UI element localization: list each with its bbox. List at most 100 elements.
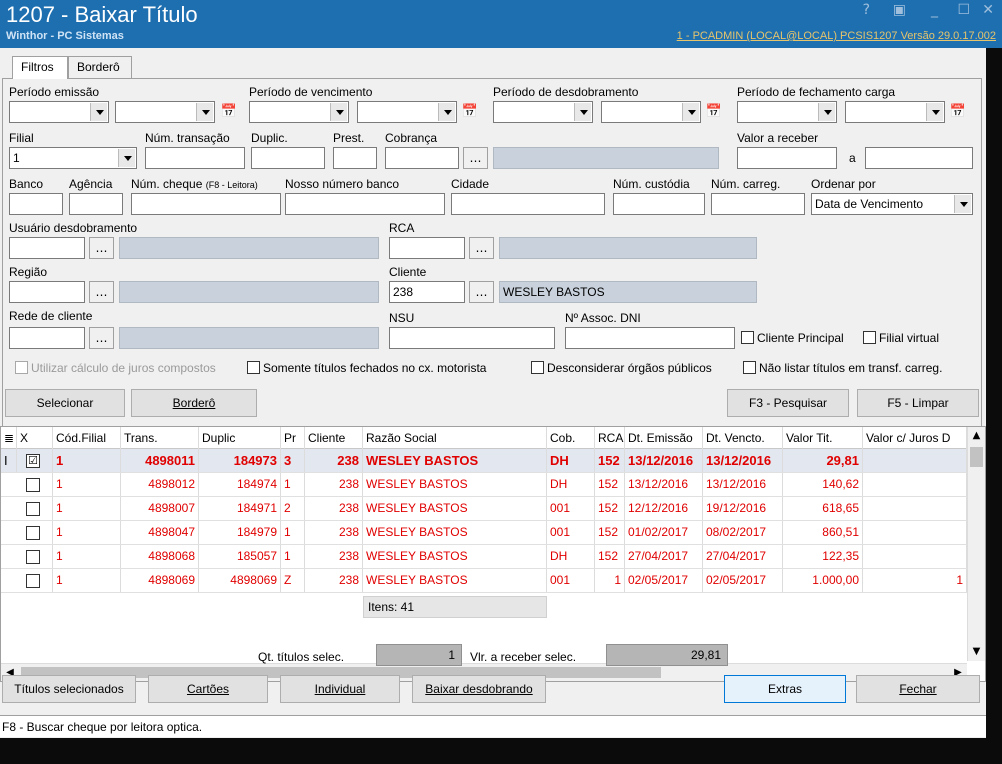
prest-input[interactable] [333, 147, 377, 169]
emissao-end-date[interactable] [115, 101, 215, 123]
col-cob[interactable]: Cob. [547, 427, 595, 449]
rede-lookup-button[interactable]: … [89, 327, 114, 349]
rca-input[interactable] [389, 237, 465, 259]
cartoes-button[interactable]: Cartões [148, 675, 268, 703]
column-menu-icon[interactable]: ≣ [1, 427, 17, 449]
table-row[interactable]: 1 4898007 184971 2 238 WESLEY BASTOS 001… [1, 497, 967, 521]
table-row[interactable]: 1 4898012 184974 1 238 WESLEY BASTOS DH … [1, 473, 967, 497]
table-row[interactable]: I ☑ 1 4898011 184973 3 238 WESLEY BASTOS… [1, 449, 967, 473]
tab-filtros[interactable]: Filtros [12, 56, 68, 79]
cliente-input[interactable]: 238 [389, 281, 465, 303]
row-checkbox[interactable] [26, 502, 40, 516]
chevron-down-icon[interactable] [926, 103, 943, 121]
row-checkbox[interactable] [26, 550, 40, 564]
chevron-down-icon[interactable] [954, 195, 971, 213]
desdobramento-start-date[interactable] [493, 101, 593, 123]
calendar-icon[interactable]: 📅 [220, 102, 238, 122]
usuario-desdobramento-input[interactable] [9, 237, 85, 259]
nao-listar-checkbox[interactable]: Não listar títulos em transf. carreg. [743, 361, 942, 375]
tab-bordero[interactable]: Borderô [68, 56, 132, 78]
col-pr[interactable]: Pr [281, 427, 305, 449]
chevron-down-icon[interactable] [438, 103, 455, 121]
regiao-lookup-button[interactable]: … [89, 281, 114, 303]
vencimento-end-date[interactable] [357, 101, 457, 123]
duplic-input[interactable] [251, 147, 325, 169]
titulos-selecionados-button[interactable]: Títulos selecionados [2, 675, 136, 703]
chevron-down-icon[interactable] [682, 103, 699, 121]
col-x[interactable]: X [17, 427, 53, 449]
chevron-down-icon[interactable] [118, 149, 135, 167]
col-cliente[interactable]: Cliente [305, 427, 363, 449]
rede-cliente-input[interactable] [9, 327, 85, 349]
cliente-lookup-button[interactable]: … [469, 281, 494, 303]
cobranca-lookup-button[interactable]: … [463, 147, 488, 169]
col-filial[interactable]: Cód.Filial [53, 427, 121, 449]
row-checkbox[interactable] [26, 526, 40, 540]
chevron-down-icon[interactable] [574, 103, 591, 121]
col-duplic[interactable]: Duplic [199, 427, 281, 449]
scroll-up-icon[interactable]: ▲ [968, 427, 985, 445]
fechamento-start-date[interactable] [737, 101, 837, 123]
cidade-input[interactable] [451, 193, 605, 215]
maximize-icon[interactable]: ☐ [957, 2, 970, 18]
close-icon[interactable]: ✕ [982, 2, 994, 18]
scroll-down-icon[interactable]: ▼ [968, 643, 985, 661]
row-checkbox[interactable] [26, 574, 40, 588]
ordenar-por-select[interactable]: Data de Vencimento [811, 193, 973, 215]
nsu-input[interactable] [389, 327, 555, 349]
table-row[interactable]: 1 4898047 184979 1 238 WESLEY BASTOS 001… [1, 521, 967, 545]
regiao-input[interactable] [9, 281, 85, 303]
individual-button[interactable]: Individual [280, 675, 400, 703]
num-carreg-input[interactable] [711, 193, 805, 215]
filial-virtual-checkbox[interactable]: Filial virtual [863, 331, 939, 345]
titles-grid[interactable]: ≣ X Cód.Filial Trans. Duplic Pr Cliente … [0, 426, 986, 682]
col-valor[interactable]: Valor Tit. [783, 427, 863, 449]
col-trans[interactable]: Trans. [121, 427, 199, 449]
num-transacao-input[interactable] [145, 147, 245, 169]
col-rca[interactable]: RCA [595, 427, 625, 449]
col-juros[interactable]: Valor c/ Juros D [863, 427, 967, 449]
chevron-down-icon[interactable] [90, 103, 107, 121]
desconsiderar-orgaos-checkbox[interactable]: Desconsiderar órgãos públicos [531, 361, 712, 375]
filial-select[interactable]: 1 [9, 147, 137, 169]
fechar-button[interactable]: Fechar [856, 675, 980, 703]
extras-button[interactable]: Extras [724, 675, 846, 703]
valor-receber-from[interactable] [737, 147, 837, 169]
restore-icon[interactable]: ▣ [893, 2, 906, 18]
col-razao[interactable]: Razão Social [363, 427, 547, 449]
scroll-thumb[interactable] [970, 447, 983, 467]
usuario-lookup-button[interactable]: … [89, 237, 114, 259]
cliente-principal-checkbox[interactable]: Cliente Principal [741, 331, 844, 345]
calendar-icon[interactable]: 📅 [461, 102, 479, 122]
table-row[interactable]: 1 4898069 4898069 Z 238 WESLEY BASTOS 00… [1, 569, 967, 593]
agencia-input[interactable] [69, 193, 123, 215]
selecionar-button[interactable]: Selecionar [5, 389, 125, 417]
somente-fechados-checkbox[interactable]: Somente títulos fechados no cx. motorist… [247, 361, 486, 375]
emissao-start-date[interactable] [9, 101, 109, 123]
minimize-icon[interactable]: _ [931, 2, 938, 18]
limpar-button[interactable]: F5 - Limpar [857, 389, 979, 417]
valor-receber-to[interactable] [865, 147, 973, 169]
num-custodia-input[interactable] [613, 193, 705, 215]
chevron-down-icon[interactable] [818, 103, 835, 121]
fechamento-end-date[interactable] [845, 101, 945, 123]
row-checkbox[interactable] [26, 478, 40, 492]
banco-input[interactable] [9, 193, 63, 215]
chevron-down-icon[interactable] [330, 103, 347, 121]
rca-lookup-button[interactable]: … [469, 237, 494, 259]
col-vencto[interactable]: Dt. Vencto. [703, 427, 783, 449]
chevron-down-icon[interactable] [196, 103, 213, 121]
vertical-scrollbar[interactable]: ▲ ▼ [967, 427, 985, 661]
help-icon[interactable]: ? [863, 2, 870, 18]
assoc-dni-input[interactable] [565, 327, 735, 349]
vencimento-start-date[interactable] [249, 101, 349, 123]
col-emissao[interactable]: Dt. Emissão [625, 427, 703, 449]
baixar-desdobrando-button[interactable]: Baixar desdobrando [412, 675, 546, 703]
row-checkbox[interactable]: ☑ [26, 454, 40, 468]
num-cheque-input[interactable] [131, 193, 281, 215]
bordero-button[interactable]: Borderô [131, 389, 257, 417]
calendar-icon[interactable]: 📅 [705, 102, 723, 122]
table-row[interactable]: 1 4898068 185057 1 238 WESLEY BASTOS DH … [1, 545, 967, 569]
desdobramento-end-date[interactable] [601, 101, 701, 123]
nosso-numero-input[interactable] [285, 193, 445, 215]
